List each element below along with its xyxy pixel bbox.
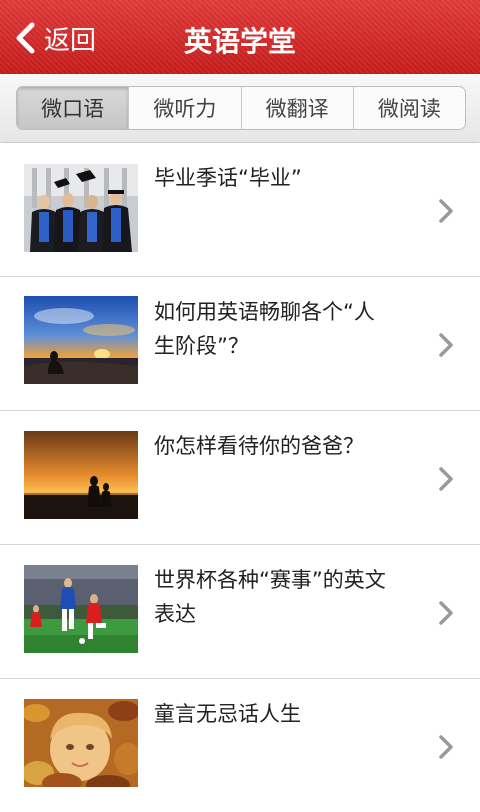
article-list: 毕业季话“毕业” 如何用英语畅聊各个“人生阶段”？ 你怎样看待你的爸爸？ 世界杯…	[0, 143, 480, 812]
sunset-beach-photo	[24, 296, 138, 384]
father-son-sunset-photo	[24, 431, 138, 519]
list-item[interactable]: 童言无忌话人生	[0, 679, 480, 812]
child-autumn-leaves-photo	[24, 699, 138, 787]
title-bar: 返回 英语学堂	[0, 0, 480, 74]
item-title: 童言无忌话人生	[154, 702, 301, 726]
list-item[interactable]: 你怎样看待你的爸爸？	[0, 411, 480, 545]
page-title: 英语学堂	[183, 25, 296, 58]
list-item[interactable]: 如何用英语畅聊各个“人生阶段”？	[0, 277, 480, 411]
item-title: 世界杯各种“赛事”的英文表达	[154, 568, 386, 626]
segmented-tabs: 微口语 微听力 微翻译 微阅读	[16, 86, 466, 130]
chevron-right-icon	[439, 467, 453, 491]
tab-oral[interactable]: 微口语	[17, 87, 130, 129]
tab-listening[interactable]: 微听力	[129, 87, 242, 129]
list-item[interactable]: 世界杯各种“赛事”的英文表达	[0, 545, 480, 679]
soccer-match-photo	[24, 565, 138, 653]
item-title: 毕业季话“毕业”	[154, 166, 302, 190]
list-item[interactable]: 毕业季话“毕业”	[0, 143, 480, 277]
chevron-right-icon	[439, 735, 453, 759]
graduates-photo	[24, 164, 138, 252]
item-title: 你怎样看待你的爸爸？	[154, 434, 364, 458]
tab-translation[interactable]: 微翻译	[242, 87, 354, 129]
chevron-right-icon	[439, 333, 453, 357]
chevron-right-icon	[439, 199, 453, 223]
chevron-right-icon	[439, 601, 453, 625]
tab-bar: 微口语 微听力 微翻译 微阅读	[0, 74, 480, 142]
item-title: 如何用英语畅聊各个“人生阶段”？	[154, 300, 375, 358]
tab-reading[interactable]: 微阅读	[354, 87, 465, 129]
